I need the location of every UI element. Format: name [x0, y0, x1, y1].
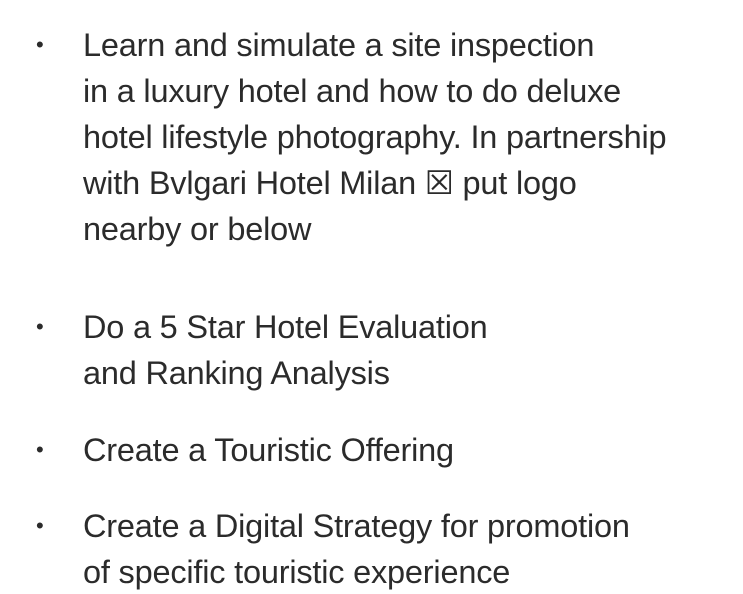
bullet-dot: • [36, 513, 44, 538]
bullet-text: Do a 5 Star Hotel Evaluation and Ranking… [83, 304, 738, 396]
bullet-text: Create a Touristic Offering [83, 427, 738, 473]
bullet-text: Learn and simulate a site inspection in … [83, 22, 738, 252]
bullet-dot: • [36, 314, 44, 339]
bullet-text-line: Learn and simulate a site inspection [83, 27, 595, 63]
bullet-text-line: hotel lifestyle photography. In partners… [83, 119, 667, 155]
bullet-text: Create a Digital Strategy for promotion … [83, 503, 738, 594]
document-page: • Learn and simulate a site inspection i… [0, 0, 743, 594]
bullet-text-line: nearby or below [83, 211, 312, 247]
bullet-text-line: and Ranking Analysis [83, 355, 390, 391]
bullet-text-line: Do a 5 Star Hotel Evaluation [83, 309, 488, 345]
bullet-text-line: Create a Digital Strategy for promotion [83, 508, 630, 544]
bullet-dot: • [36, 32, 44, 57]
bullet-text-line: Create a Touristic Offering [83, 432, 454, 468]
bullet-text-line: of specific touristic experience [83, 554, 511, 590]
bullet-text-line: with Bvlgari Hotel Milan ☒ put logo [83, 165, 577, 201]
bullet-dot: • [36, 437, 44, 462]
bullet-text-line: in a luxury hotel and how to do deluxe [83, 73, 622, 109]
